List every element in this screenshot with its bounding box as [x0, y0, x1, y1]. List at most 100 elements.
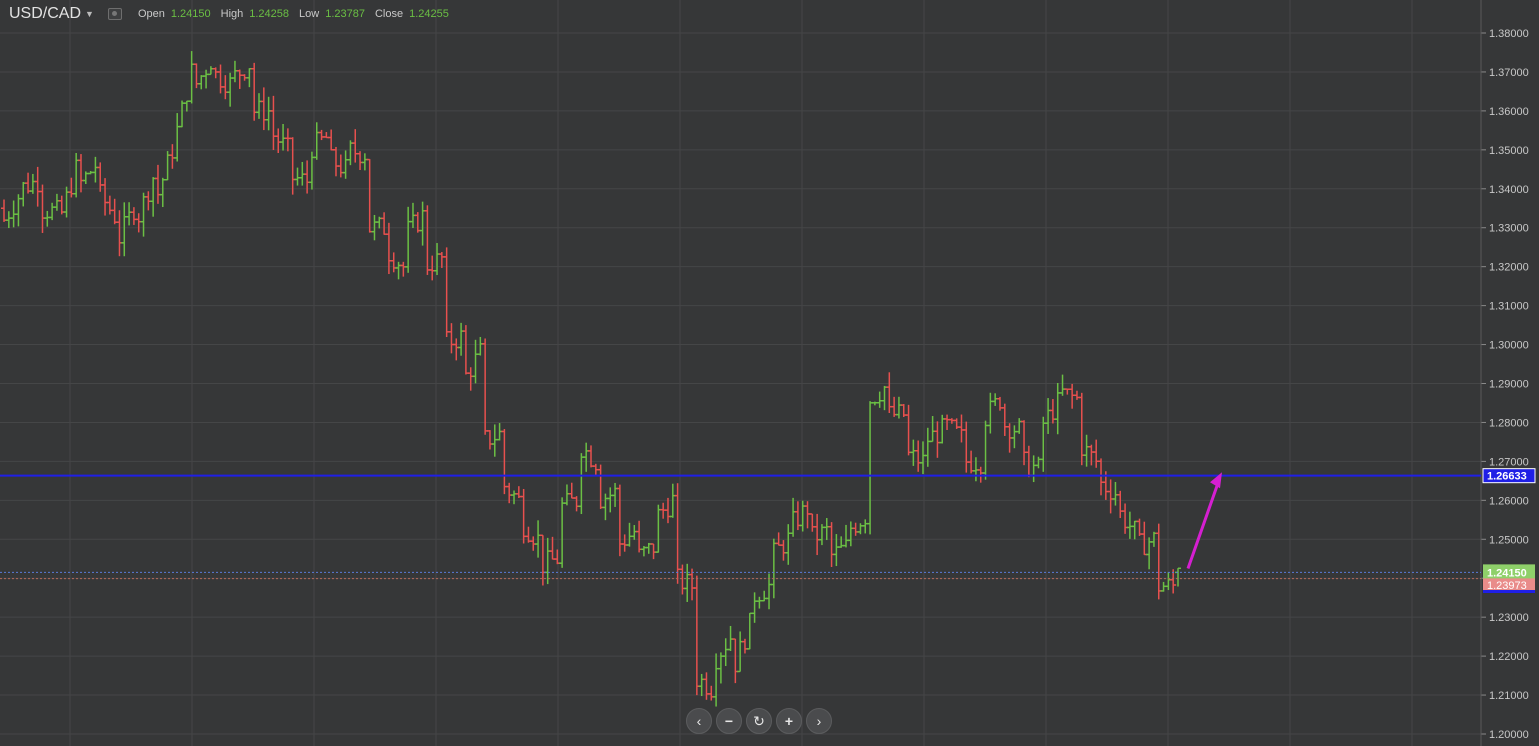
y-tick-label: 1.35000: [1489, 145, 1529, 157]
y-tick-label: 1.21000: [1489, 690, 1529, 702]
ohlc-bar: [289, 137, 296, 195]
high-value: 1.24258: [249, 8, 290, 20]
y-tick-label: 1.31000: [1489, 301, 1529, 313]
chevron-right-icon[interactable]: ›: [806, 708, 832, 734]
ohlc-bar: [737, 631, 744, 673]
ohlc-bar: [347, 140, 354, 166]
ohlc-bar: [583, 442, 590, 472]
ohlc-bar: [313, 122, 320, 160]
ohlc-bar: [352, 129, 359, 163]
ohlc-bar: [424, 205, 431, 275]
annotation-arrow-shaft: [1186, 479, 1221, 569]
ohlc-bar: [1030, 455, 1037, 483]
ohlc-bar: [1035, 456, 1042, 469]
ohlc-bar: [405, 206, 412, 273]
ohlc-bar: [438, 251, 445, 268]
ohlc-bar: [390, 252, 397, 273]
ohlc-bar: [154, 164, 161, 204]
ohlc-bar: [636, 520, 643, 553]
ohlc-bar: [664, 497, 671, 524]
low-label: Low: [299, 8, 320, 20]
y-tick-label: 1.38000: [1489, 28, 1529, 40]
ohlc-bar: [602, 493, 609, 521]
ohlc-bar: [169, 144, 176, 169]
symbol-label: USD/CAD: [9, 5, 82, 22]
ohlc-bar: [746, 612, 753, 650]
reset-icon[interactable]: ↻: [746, 708, 772, 734]
ohlc-bar: [284, 128, 291, 152]
ohlc-bar: [458, 322, 465, 356]
ohlc-bar: [708, 685, 715, 701]
level-price-text: 1.26633: [1487, 471, 1527, 483]
ohlc-bar: [1059, 374, 1066, 396]
ohlc-bar: [876, 391, 883, 408]
chevron-down-icon: ▼: [85, 9, 94, 19]
ohlc-bar: [982, 420, 989, 480]
ohlc-bar: [140, 192, 147, 237]
ohlc-bar: [1078, 392, 1085, 466]
zoom-out-icon[interactable]: −: [716, 708, 742, 734]
ohlc-bar: [934, 421, 941, 458]
ohlc-bar: [121, 202, 128, 257]
ohlc-bar: [486, 430, 493, 450]
ohlc-bar: [135, 213, 142, 233]
ohlc-bar: [448, 323, 455, 354]
y-tick-label: 1.34000: [1489, 184, 1529, 196]
ohlc-bar: [1093, 439, 1100, 468]
ohlc-bar: [717, 652, 724, 684]
ohlc-bar: [554, 549, 561, 565]
ohlc-bar: [588, 445, 594, 468]
ohlc-bar: [328, 129, 335, 151]
y-tick-label: 1.22000: [1489, 651, 1529, 663]
ohlc-bar: [655, 504, 662, 553]
ohlc-bar: [809, 513, 816, 532]
ohlc-bar: [183, 100, 190, 112]
ohlc-bar: [703, 672, 710, 700]
ohlc-bar: [987, 392, 994, 434]
ohlc-bar: [770, 538, 777, 599]
chart-navigation: ‹ − ↻ + ›: [686, 708, 832, 734]
ohlc-bar: [1069, 383, 1076, 409]
ohlc-bar: [275, 128, 282, 154]
open-value: 1.24150: [170, 8, 211, 20]
ohlc-bar: [862, 519, 869, 534]
chevron-left-icon[interactable]: ‹: [686, 708, 712, 734]
ohlc-bar: [246, 67, 253, 88]
eye-icon[interactable]: [107, 8, 122, 20]
ohlc-bar: [1155, 523, 1162, 600]
zoom-in-icon[interactable]: +: [776, 708, 802, 734]
ohlc-bar: [174, 113, 181, 162]
ohlc-bar: [491, 424, 498, 457]
ohlc-bar: [761, 590, 768, 602]
ohlc-bar: [212, 67, 219, 79]
ohlc-bar: [414, 212, 421, 233]
ohlc-bar: [895, 396, 902, 419]
ohlc-bar: [568, 482, 575, 499]
ohlc-bar: [342, 150, 349, 179]
ohlc-bar: [126, 202, 133, 226]
ohlc-bar: [544, 537, 551, 585]
ohlc-bar: [785, 524, 792, 565]
y-tick-label: 1.30000: [1489, 340, 1529, 352]
price-chart[interactable]: 1.38000 1.37000 1.36000 1.35000 1.34000 1.330…: [0, 0, 1539, 746]
ohlc-bar: [929, 416, 936, 443]
ohlc-bar: [549, 536, 556, 560]
ohlc-bar: [713, 653, 720, 707]
symbol-selector[interactable]: USD/CAD ▼: [9, 5, 94, 23]
y-tick-label: 1.20000: [1489, 729, 1529, 741]
ohlc-bar: [265, 96, 272, 131]
ohlc-bar: [597, 464, 604, 510]
ohlc-bar: [29, 173, 36, 194]
ohlc-bar: [97, 162, 104, 192]
ohlc-bar: [828, 522, 835, 568]
ohlc-bar: [92, 156, 99, 183]
ohlc-bar: [1016, 418, 1023, 434]
ohlc-bar: [222, 75, 229, 100]
ohlc-bar: [847, 521, 854, 547]
ohlc-bar: [477, 336, 484, 356]
ohlc-bar: [443, 247, 450, 338]
ohlc-bar: [963, 421, 970, 473]
close-value: 1.24255: [409, 8, 449, 20]
ohlc-bar: [1088, 444, 1095, 466]
y-tick-label: 1.29000: [1489, 379, 1529, 391]
